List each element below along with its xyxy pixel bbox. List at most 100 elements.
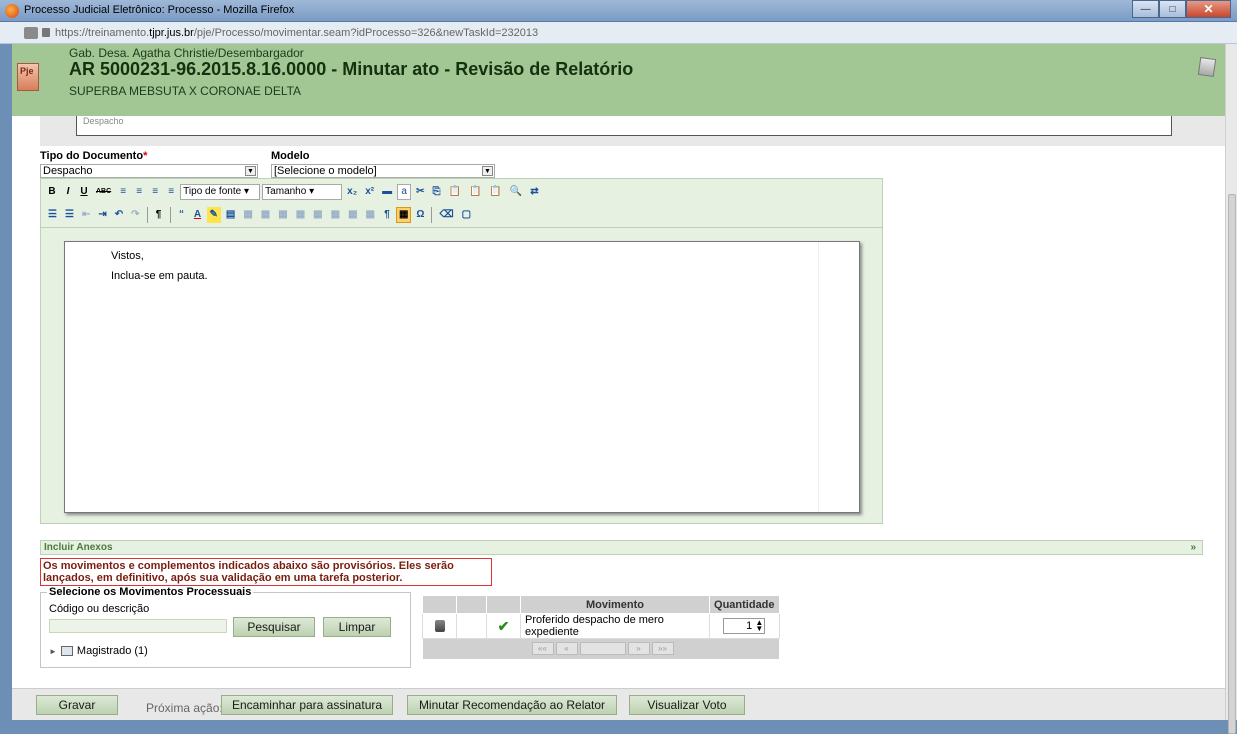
undo-icon[interactable]: ↶: [112, 207, 126, 223]
merge-cells-icon[interactable]: ▦: [363, 207, 378, 223]
url-text[interactable]: https://treinamento.tjpr.jus.br/pje/Proc…: [55, 27, 538, 39]
insert-row-before-icon[interactable]: ▦: [275, 207, 290, 223]
indent-icon[interactable]: ⇥: [95, 207, 109, 223]
remove-format-icon[interactable]: ⌫: [436, 207, 456, 223]
next-page-button[interactable]: »: [627, 642, 650, 656]
spinner-icon[interactable]: ▲ ▼: [755, 619, 763, 633]
col-delete: [422, 595, 457, 614]
tree-item-magistrado[interactable]: ► Magistrado (1): [49, 645, 148, 657]
quantidade-cell: 1 ▲ ▼: [709, 613, 780, 639]
chevron-down-icon[interactable]: ▼: [245, 166, 256, 176]
page-number: [579, 642, 626, 656]
paragraph-direction-icon[interactable]: ¶: [152, 207, 166, 223]
find-icon[interactable]: 🔍: [507, 184, 525, 200]
expand-icon[interactable]: ►: [49, 647, 57, 656]
insert-row-after-icon[interactable]: ▦: [293, 207, 308, 223]
scrollbar-thumb[interactable]: [1228, 194, 1236, 734]
last-page-button[interactable]: »»: [651, 642, 674, 656]
font-family-select[interactable]: Tipo de fonte ▾: [180, 184, 261, 200]
align-justify-button[interactable]: ≡: [164, 184, 178, 200]
quantity-stepper[interactable]: 1 ▲ ▼: [723, 618, 766, 634]
window-left-edge: [0, 44, 12, 720]
expand-icon[interactable]: »: [1190, 541, 1196, 554]
subscript-button[interactable]: x₂: [344, 184, 360, 200]
delete-col-icon[interactable]: ▦: [345, 207, 360, 223]
modelo-select[interactable]: [Selecione o modelo] ▼: [271, 164, 495, 178]
col-status: [486, 595, 521, 614]
gravar-button[interactable]: Gravar: [36, 695, 118, 715]
address-bar[interactable]: https://treinamento.tjpr.jus.br/pje/Proc…: [0, 22, 1237, 44]
redo-icon[interactable]: ↷: [128, 207, 142, 223]
align-right-button[interactable]: ≡: [148, 184, 162, 200]
trash-icon[interactable]: [434, 620, 445, 632]
blank-cell: [456, 613, 487, 639]
bold-button[interactable]: B: [45, 184, 59, 200]
outdent-icon[interactable]: ⇤: [79, 207, 93, 223]
special-char-icon[interactable]: Ω: [413, 207, 427, 223]
horizontal-rule-button[interactable]: ▬: [379, 184, 395, 200]
table-row: ✔ Proferido despacho de mero expediente …: [422, 613, 780, 639]
lock-icon: [42, 28, 50, 37]
close-button[interactable]: ✕: [1186, 0, 1231, 18]
delete-row-icon[interactable]: ▦: [310, 207, 325, 223]
strikethrough-button[interactable]: ABC: [93, 184, 114, 200]
chevron-down-icon[interactable]: ▼: [482, 166, 493, 176]
editor-toolbar-row-1: B I U ABC ≡ ≡ ≡ ≡ Tipo de fonte ▾ Tamanh…: [45, 182, 542, 202]
window-titlebar: Processo Judicial Eletrônico: Processo -…: [0, 0, 1237, 22]
first-page-button[interactable]: ««: [531, 642, 554, 656]
prev-page-button[interactable]: «: [555, 642, 578, 656]
search-input[interactable]: [49, 619, 227, 633]
visual-aid-icon[interactable]: ▦: [395, 207, 412, 223]
superscript-button[interactable]: x²: [362, 184, 377, 200]
bullet-list-icon[interactable]: ☰: [45, 207, 60, 223]
editor-line-1: Vistos,: [111, 250, 144, 262]
font-size-select[interactable]: Tamanho ▾: [262, 184, 343, 200]
cut-icon[interactable]: ✂: [413, 184, 427, 200]
pagination: «« « » »»: [427, 642, 776, 656]
select-all-button[interactable]: a: [397, 184, 412, 200]
vertical-scrollbar[interactable]: [1225, 44, 1237, 734]
insert-table-icon[interactable]: ▤: [223, 207, 238, 223]
minimize-button[interactable]: —: [1132, 0, 1159, 18]
firefox-icon: [5, 4, 19, 18]
site-identity-icon[interactable]: [24, 27, 38, 39]
replace-icon[interactable]: ⇄: [527, 184, 541, 200]
underline-button[interactable]: U: [77, 184, 91, 200]
pager-cell: «« « » »»: [422, 638, 780, 659]
copy-icon[interactable]: ⎘: [429, 184, 443, 200]
paste-word-icon[interactable]: 📋: [486, 184, 504, 200]
fullscreen-icon[interactable]: ▢: [459, 207, 474, 223]
encaminhar-assinatura-button[interactable]: Encaminhar para assinatura: [221, 695, 393, 715]
numbered-list-icon[interactable]: ☰: [62, 207, 77, 223]
process-header: Pje Gab. Desa. Agatha Christie/Desembarg…: [12, 44, 1225, 116]
paste-icon[interactable]: 📋: [445, 184, 463, 200]
blockquote-icon[interactable]: “: [175, 207, 189, 223]
previous-document-area: Despacho: [40, 116, 1225, 146]
notes-icon[interactable]: [1197, 56, 1217, 78]
search-label: Código ou descrição: [49, 603, 150, 615]
minutar-recomendacao-button[interactable]: Minutar Recomendação ao Relator: [407, 695, 617, 715]
row-props-icon[interactable]: ▦: [258, 207, 273, 223]
org-name: Gab. Desa. Agatha Christie/Desembargador: [69, 46, 304, 60]
pager-row: «« « » »»: [422, 638, 780, 659]
show-blocks-icon[interactable]: ¶: [380, 207, 394, 223]
italic-button[interactable]: I: [61, 184, 75, 200]
pesquisar-button[interactable]: Pesquisar: [233, 617, 315, 637]
align-left-button[interactable]: ≡: [116, 184, 130, 200]
maximize-button[interactable]: □: [1159, 0, 1186, 18]
editor-document[interactable]: Vistos, Inclua-se em pauta.: [64, 241, 860, 513]
paste-text-icon[interactable]: 📋: [466, 184, 484, 200]
check-icon: ✔: [486, 613, 521, 639]
incluir-anexos-panel[interactable]: Incluir Anexos »: [40, 540, 1203, 555]
visualizar-voto-button[interactable]: Visualizar Voto: [629, 695, 745, 715]
tipo-documento-select[interactable]: Despacho ▼: [40, 164, 258, 178]
align-center-button[interactable]: ≡: [132, 184, 146, 200]
process-title: AR 5000231-96.2015.8.16.0000 - Minutar a…: [69, 59, 634, 79]
text-color-icon[interactable]: A: [191, 207, 205, 223]
table-props-icon[interactable]: ▦: [240, 207, 255, 223]
insert-col-icon[interactable]: ▦: [328, 207, 343, 223]
page-content: Pje Gab. Desa. Agatha Christie/Desembarg…: [12, 44, 1225, 720]
rich-text-editor: B I U ABC ≡ ≡ ≡ ≡ Tipo de fonte ▾ Tamanh…: [40, 178, 883, 524]
highlight-color-icon[interactable]: ✎: [206, 207, 221, 223]
limpar-button[interactable]: Limpar: [323, 617, 391, 637]
